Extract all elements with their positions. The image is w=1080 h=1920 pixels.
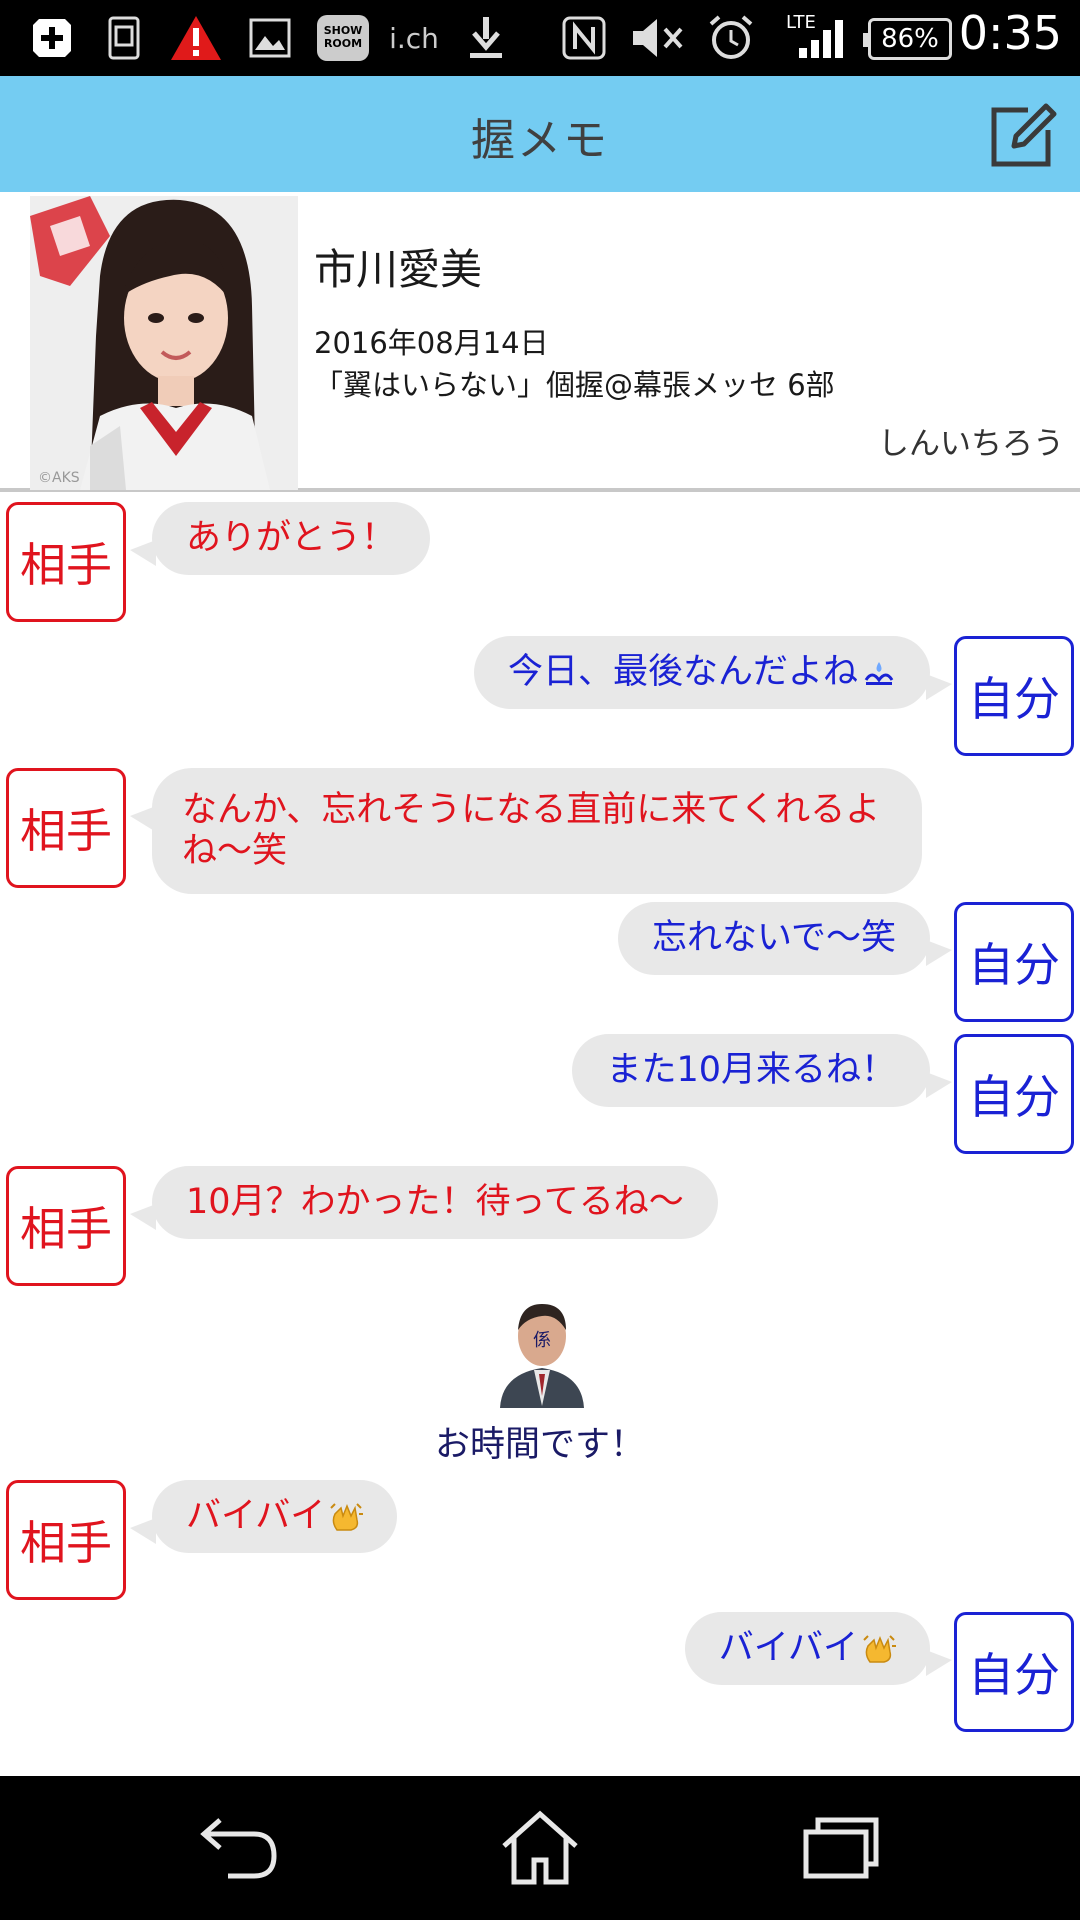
plus-notification-icon	[28, 12, 76, 64]
message-bubble-me: 忘れないで〜笑	[618, 902, 952, 975]
member-photo: ©AKS	[30, 196, 298, 490]
staff-icon: 係	[500, 1304, 584, 1408]
photo-credit: ©AKS	[38, 470, 80, 486]
them-badge: 相手	[6, 768, 126, 888]
sim-icon	[104, 12, 144, 64]
profile-card: ©AKS 市川愛美 2016年08月14日 「翼はいらない」個握@幕張メッセ 6…	[0, 192, 1080, 492]
compose-icon	[991, 103, 1057, 167]
message-text: また10月来るね！	[606, 1050, 896, 1090]
me-badge: 自分	[954, 1034, 1074, 1154]
me-badge: 自分	[954, 1612, 1074, 1732]
battery-icon: 86%	[863, 18, 952, 60]
message-bubble-me: バイバイ	[684, 1612, 953, 1685]
member-name: 市川愛美	[314, 245, 483, 294]
home-button[interactable]	[498, 1810, 582, 1886]
staff-icon-label: 係	[533, 1330, 551, 1351]
navigation-bar	[0, 1776, 1080, 1920]
me-badge: 自分	[954, 636, 1074, 756]
clock: 0:35	[958, 6, 1062, 60]
home-icon	[502, 1810, 578, 1885]
staff-announcement: 係 お時間です！	[0, 1296, 1080, 1476]
event-date: 2016年08月14日	[314, 326, 549, 360]
ich-icon: i.ch	[389, 21, 439, 55]
back-icon	[200, 1818, 277, 1879]
message-bubble-me: また10月来るね！	[572, 1034, 952, 1107]
them-badge: 相手	[6, 1480, 126, 1600]
message-text: バイバイ	[186, 1496, 326, 1536]
message-bubble-them: バイバイ	[129, 1480, 398, 1553]
compose-button[interactable]	[984, 98, 1060, 174]
download-icon	[464, 12, 508, 64]
mute-icon	[630, 12, 688, 64]
gallery-icon	[248, 12, 292, 64]
showroom-icon: SHOW ROOM	[316, 12, 370, 64]
waving-hand-icon	[863, 1635, 896, 1663]
staff-message-text: お時間です！	[434, 1425, 645, 1465]
message-text: 忘れないで〜笑	[652, 918, 896, 958]
event-description: 「翼はいらない」個握@幕張メッセ 6部	[314, 368, 835, 402]
message-bubble-them: なんか、忘れそうになる直前に来てくれるよね〜笑	[130, 768, 922, 894]
sweat-icon	[864, 662, 894, 685]
message-text: なんか、忘れそうになる直前に来てくれるよね〜笑	[182, 790, 881, 871]
chat-log[interactable]: 相手 ありがとう！ 自分 今日、最後なんだよね 相手 なんか、忘れそうになる直前…	[0, 496, 1080, 1776]
message-bubble-me: 今日、最後なんだよね	[473, 636, 953, 709]
back-button[interactable]	[198, 1810, 282, 1886]
warning-icon	[168, 12, 224, 64]
recents-button[interactable]	[800, 1810, 884, 1886]
app-title: 握メモ	[471, 115, 609, 166]
nfc-icon	[560, 12, 608, 64]
status-bar: SHOW ROOM i.ch LTE 86% 0:35	[0, 0, 1080, 76]
message-bubble-them: ありがとう！	[129, 502, 431, 575]
message-text: バイバイ	[718, 1628, 858, 1668]
message-text: ありがとう！	[186, 518, 397, 558]
message-text: 今日、最後なんだよね	[507, 652, 858, 692]
app-bar: 握メモ	[0, 76, 1080, 192]
author-name: しんいちろう	[878, 426, 1064, 462]
them-badge: 相手	[6, 1166, 126, 1286]
me-badge: 自分	[954, 902, 1074, 1022]
alarm-icon	[706, 12, 756, 64]
message-text: 10月？わかった！待ってるね〜	[186, 1182, 684, 1222]
message-bubble-them: 10月？わかった！待ってるね〜	[130, 1166, 718, 1239]
waving-hand-icon	[330, 1503, 364, 1531]
signal-icon	[796, 12, 848, 64]
recents-icon	[803, 1817, 879, 1879]
them-badge: 相手	[6, 502, 126, 622]
